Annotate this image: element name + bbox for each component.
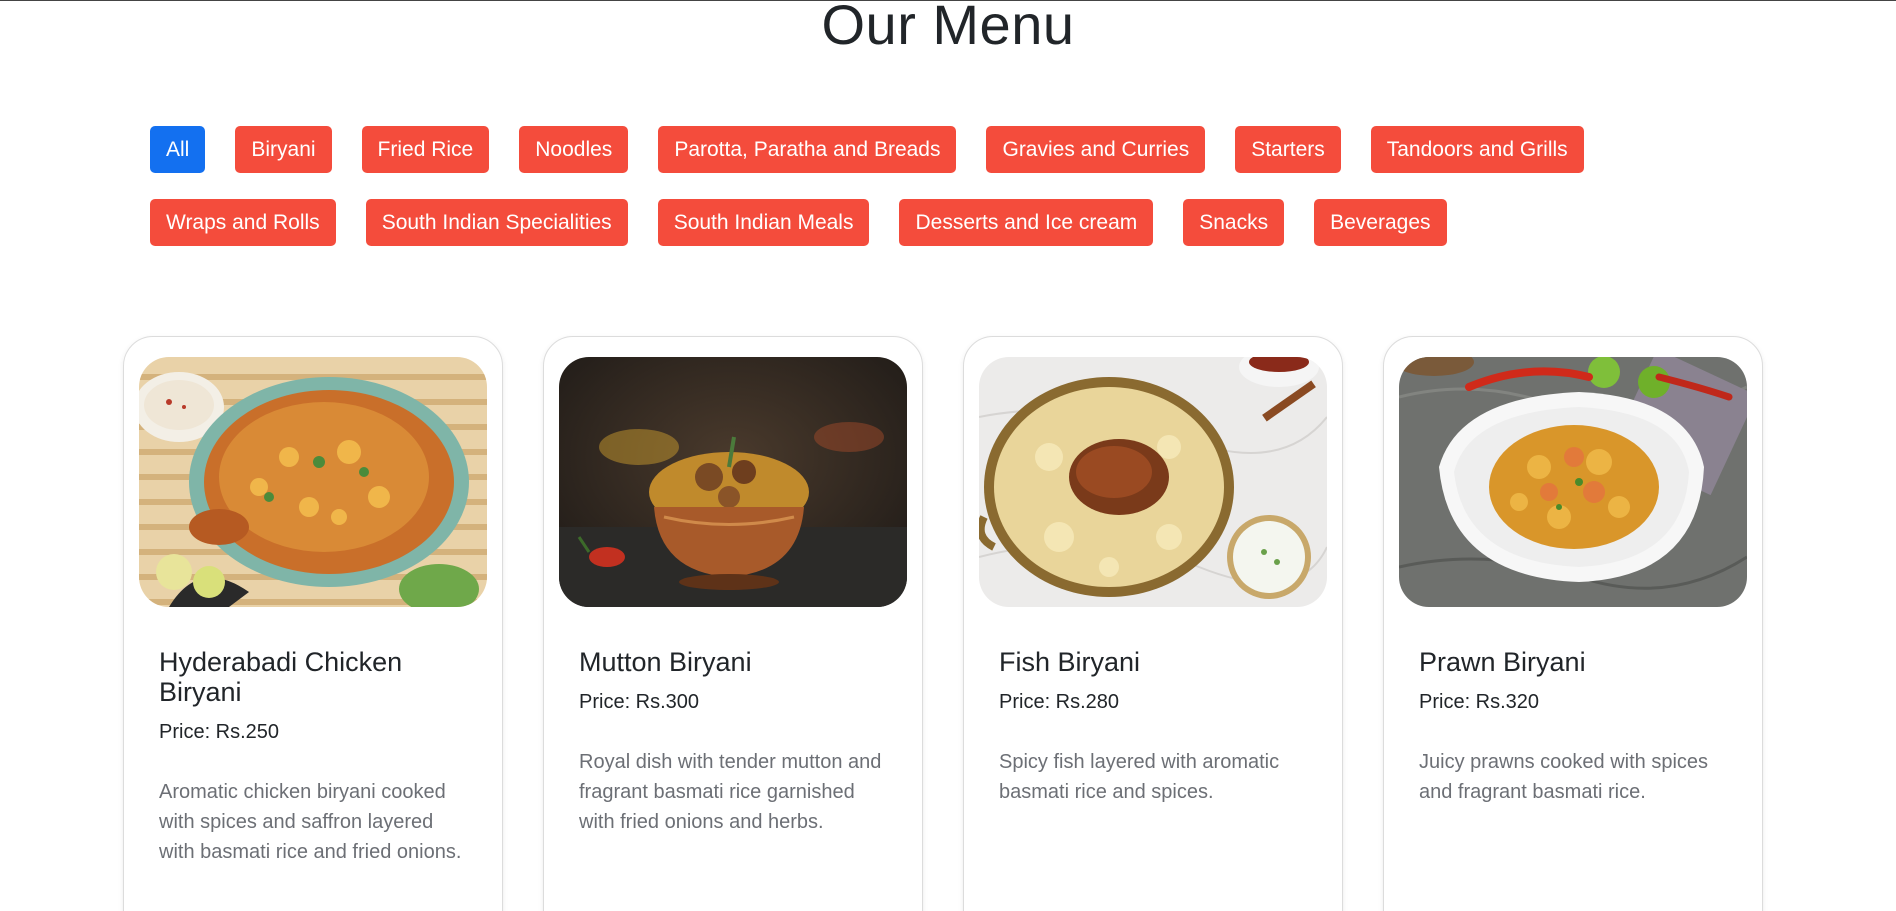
- filter-beverages-button[interactable]: Beverages: [1314, 199, 1447, 246]
- food-image: [559, 357, 907, 607]
- menu-item-description: Royal dish with tender mutton and fragra…: [579, 751, 882, 833]
- menu-item-price: Price: Rs.250: [159, 721, 280, 743]
- filter-south-indian-meals-button[interactable]: South Indian Meals: [657, 199, 870, 246]
- menu-item-price: Price: Rs.300: [579, 691, 700, 713]
- filter-south-indian-specialities-button[interactable]: South Indian Specialities: [365, 199, 628, 246]
- menu-item-name: Mutton Biryani: [579, 647, 752, 677]
- menu-item-name: Prawn Biryani: [1419, 647, 1586, 677]
- filter-row-1: All Biryani Fried Rice Noodles Parotta, …: [150, 126, 1750, 173]
- filter-row-2: Wraps and Rolls South Indian Specialitie…: [150, 199, 1750, 246]
- menu-card[interactable]: Hyderabadi Chicken Biryani Price: Rs.250…: [123, 336, 503, 911]
- menu-item-price: Price: Rs.280: [999, 691, 1120, 713]
- filter-gravies-button[interactable]: Gravies and Curries: [986, 126, 1206, 173]
- page-title: Our Menu: [821, 0, 1075, 56]
- food-image: [139, 357, 487, 607]
- menu-item-name: Hyderabadi Chicken Biryani: [159, 647, 403, 707]
- menu-card[interactable]: Fish Biryani Price: Rs.280 Spicy fish la…: [963, 336, 1343, 911]
- filter-parotta-button[interactable]: Parotta, Paratha and Breads: [658, 126, 957, 173]
- filter-biryani-button[interactable]: Biryani: [235, 126, 332, 173]
- menu-card[interactable]: Mutton Biryani Price: Rs.300 Royal dish …: [543, 336, 923, 911]
- filter-starters-button[interactable]: Starters: [1235, 126, 1341, 173]
- menu-item-name: Fish Biryani: [999, 647, 1141, 677]
- menu-item-description: Spicy fish layered with aromatic basmati…: [999, 751, 1280, 803]
- filter-wraps-button[interactable]: Wraps and Rolls: [150, 199, 336, 246]
- food-image: [979, 357, 1327, 607]
- filter-tandoors-button[interactable]: Tandoors and Grills: [1370, 126, 1584, 173]
- filter-all-button[interactable]: All: [150, 126, 206, 173]
- filter-desserts-button[interactable]: Desserts and Ice cream: [899, 199, 1154, 246]
- category-filters: All Biryani Fried Rice Noodles Parotta, …: [150, 126, 1750, 272]
- filter-noodles-button[interactable]: Noodles: [519, 126, 629, 173]
- menu-item-price: Price: Rs.320: [1419, 691, 1540, 713]
- food-image: [1399, 357, 1747, 607]
- menu-item-description: Juicy prawns cooked with spices and frag…: [1419, 751, 1709, 803]
- filter-fried-rice-button[interactable]: Fried Rice: [361, 126, 490, 173]
- menu-cards: Hyderabadi Chicken Biryani Price: Rs.250…: [123, 336, 1763, 911]
- menu-item-description: Aromatic chicken biryani cooked with spi…: [159, 781, 462, 863]
- menu-card[interactable]: Prawn Biryani Price: Rs.320 Juicy prawns…: [1383, 336, 1763, 911]
- filter-snacks-button[interactable]: Snacks: [1183, 199, 1285, 246]
